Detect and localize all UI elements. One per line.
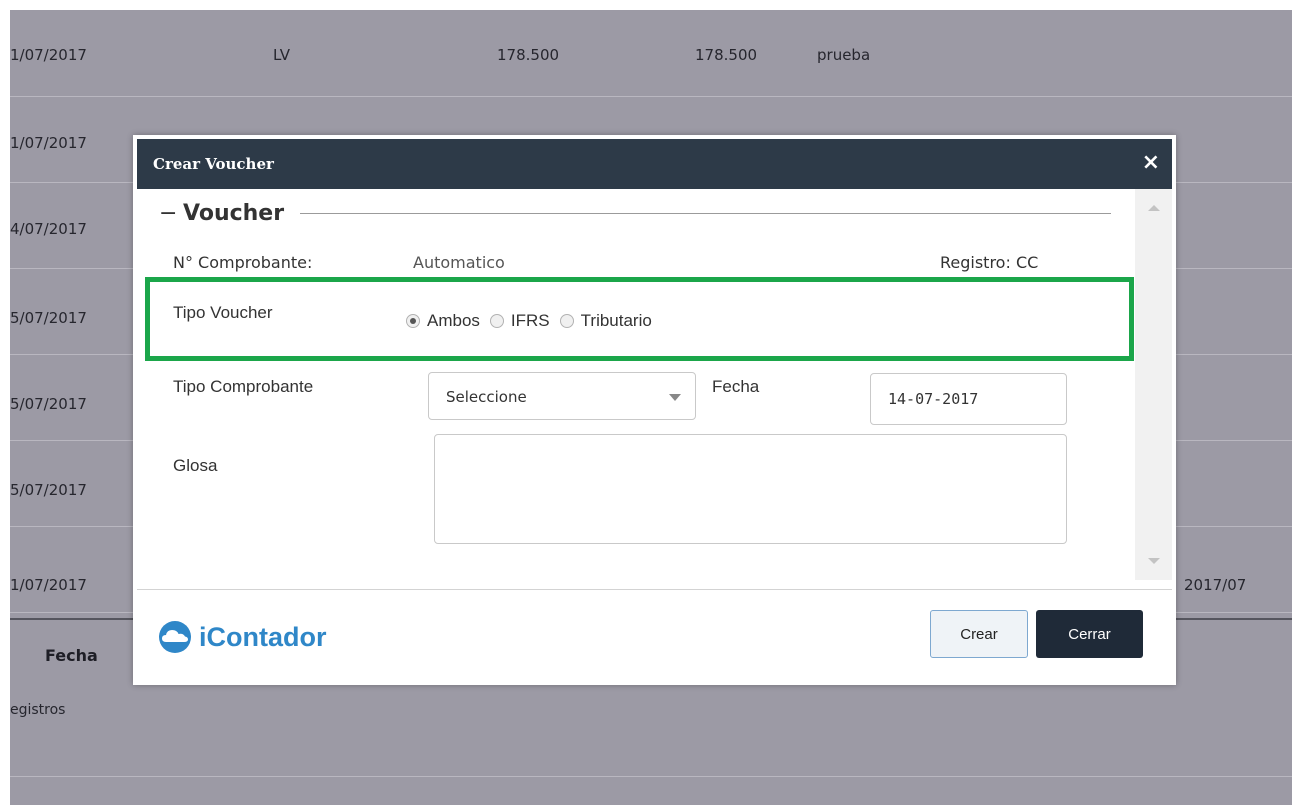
glosa-textarea[interactable]: [434, 434, 1067, 544]
tipo-voucher-radio-group: Ambos IFRS Tributario: [406, 311, 662, 331]
radio-tributario[interactable]: [559, 314, 574, 328]
close-icon[interactable]: ×: [1142, 151, 1160, 175]
tipo-comprobante-select[interactable]: Seleccione: [428, 372, 696, 420]
fieldset-legend: Voucher: [183, 201, 285, 226]
table-cell-tipo: LV: [273, 46, 290, 64]
tipo-comprobante-select-value: Seleccione: [446, 388, 527, 406]
modal-title: Crear Voucher: [153, 155, 274, 173]
scroll-up-arrow-icon[interactable]: [1148, 205, 1160, 211]
tipo-voucher-label: Tipo Voucher: [173, 303, 273, 322]
table-cell-periodo: 2017/07: [1184, 576, 1247, 594]
radio-ifrs-label[interactable]: IFRS: [511, 311, 550, 331]
table-cell-fecha: 1/07/2017: [10, 46, 87, 64]
table-cell-fecha: 1/07/2017: [10, 134, 87, 152]
registros-info: egistros: [10, 702, 66, 718]
scroll-down-arrow-icon[interactable]: [1148, 558, 1160, 564]
table-cell-fecha: 4/07/2017: [10, 220, 87, 238]
column-header-fecha[interactable]: Fecha: [45, 646, 98, 665]
fecha-input[interactable]: [870, 373, 1067, 425]
fieldset-divider: [300, 213, 1111, 214]
radio-tributario-label[interactable]: Tributario: [581, 311, 652, 331]
glosa-label: Glosa: [173, 456, 218, 475]
crear-button[interactable]: Crear: [930, 610, 1028, 658]
radio-ambos-label[interactable]: Ambos: [427, 311, 480, 331]
table-cell-haber: 178.500: [695, 46, 758, 64]
collapse-toggle-icon[interactable]: −: [159, 201, 177, 226]
table-cell-debe: 178.500: [497, 46, 560, 64]
table-cell-fecha: 5/07/2017: [10, 481, 87, 499]
comprobante-label: N° Comprobante:: [173, 253, 313, 272]
tipo-comprobante-label: Tipo Comprobante: [173, 377, 314, 396]
logo-text: iContador: [199, 621, 327, 652]
modal-header: Crear Voucher ×: [137, 139, 1172, 189]
table-cell-glosa: prueba: [817, 46, 871, 64]
modal-footer-divider: [137, 589, 1172, 590]
cloud-logo-icon: [159, 621, 191, 653]
fecha-label: Fecha: [712, 377, 760, 396]
registro-label: Registro: CC: [940, 253, 1039, 272]
comprobante-value: Automatico: [413, 253, 505, 272]
icontador-logo: iContador: [153, 620, 327, 654]
table-cell-fecha: 5/07/2017: [10, 395, 87, 413]
table-row: 1/07/2017 LV 178.500 178.500 prueba: [10, 10, 1292, 97]
table-cell-fecha: 5/07/2017: [10, 309, 87, 327]
radio-ambos[interactable]: [406, 314, 420, 328]
cerrar-button[interactable]: Cerrar: [1036, 610, 1143, 658]
table-bottom-divider: [10, 776, 1292, 777]
radio-ifrs[interactable]: [489, 314, 504, 328]
table-cell-fecha: 1/07/2017: [10, 576, 87, 594]
chevron-down-icon: [669, 394, 681, 401]
modal-scrollbar[interactable]: [1135, 189, 1172, 580]
